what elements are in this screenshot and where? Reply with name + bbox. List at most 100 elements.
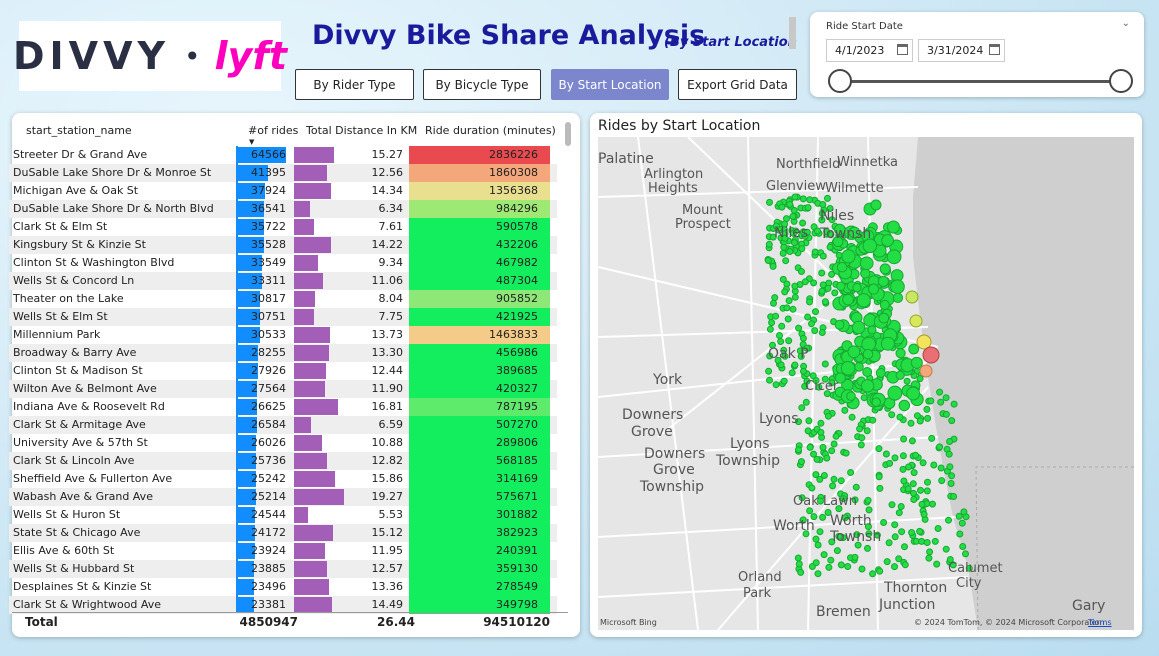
station-marker[interactable]	[863, 427, 871, 435]
station-marker[interactable]	[931, 537, 939, 545]
station-marker[interactable]	[836, 281, 846, 291]
station-marker[interactable]	[912, 451, 920, 459]
station-marker[interactable]	[923, 405, 931, 413]
station-marker[interactable]	[827, 556, 835, 564]
station-marker[interactable]	[771, 294, 779, 302]
station-marker[interactable]	[948, 417, 956, 425]
station-marker[interactable]	[908, 529, 916, 536]
station-marker[interactable]	[895, 555, 903, 563]
table-row[interactable]: Wells St & Hubbard St 23885 12.57 359130	[9, 560, 557, 578]
station-marker[interactable]	[805, 417, 813, 425]
bicycle-type-button[interactable]: By Bicycle Type	[423, 69, 541, 100]
station-marker[interactable]	[852, 283, 862, 293]
station-marker[interactable]	[768, 319, 776, 327]
station-marker[interactable]	[848, 413, 856, 421]
station-marker[interactable]	[847, 345, 861, 359]
station-marker[interactable]	[946, 463, 954, 471]
station-marker[interactable]	[882, 450, 890, 458]
station-marker[interactable]	[910, 496, 918, 503]
station-marker[interactable]	[785, 297, 793, 305]
station-marker[interactable]	[788, 369, 796, 377]
station-marker[interactable]	[851, 553, 859, 561]
station-marker[interactable]	[891, 533, 899, 541]
station-marker[interactable]	[925, 554, 933, 562]
station-marker[interactable]	[785, 337, 793, 345]
station-marker[interactable]	[960, 508, 968, 516]
station-marker[interactable]	[871, 397, 882, 407]
station-marker[interactable]	[795, 560, 803, 568]
table-row[interactable]: Michigan Ave & Oak St 37924 14.34 1356368	[9, 182, 557, 200]
station-marker[interactable]	[778, 203, 786, 211]
station-marker[interactable]	[791, 193, 799, 201]
station-marker[interactable]	[812, 308, 819, 316]
station-marker[interactable]	[830, 475, 838, 483]
station-marker[interactable]	[842, 293, 854, 306]
station-marker[interactable]	[821, 298, 829, 306]
station-marker[interactable]	[937, 464, 945, 472]
station-marker[interactable]	[780, 243, 788, 251]
station-marker[interactable]	[906, 386, 921, 401]
station-marker[interactable]	[789, 212, 797, 220]
station-marker[interactable]	[945, 516, 952, 524]
station-marker[interactable]	[795, 446, 802, 454]
station-marker[interactable]	[819, 513, 827, 521]
station-marker[interactable]	[895, 370, 905, 380]
map-view[interactable]: Palatine Northfield Winnetka Arlington H…	[598, 137, 1134, 630]
station-marker[interactable]	[895, 348, 906, 359]
table-row[interactable]: Clark St & Armitage Ave 26584 6.59 507270	[9, 416, 557, 434]
station-marker[interactable]	[819, 281, 827, 289]
table-row[interactable]: State St & Chicago Ave 24172 15.12 382923	[9, 524, 557, 542]
station-marker[interactable]	[942, 410, 950, 418]
station-marker[interactable]	[880, 519, 888, 526]
table-row[interactable]: Wells St & Elm St 30751 7.75 421925	[9, 308, 557, 326]
rider-type-button[interactable]: By Rider Type	[295, 69, 414, 100]
station-marker[interactable]	[810, 279, 818, 287]
station-marker[interactable]	[864, 496, 872, 504]
station-marker[interactable]	[813, 455, 821, 463]
station-marker[interactable]	[916, 417, 924, 425]
station-marker[interactable]	[766, 325, 774, 333]
station-marker[interactable]	[828, 447, 836, 455]
station-marker[interactable]	[862, 348, 874, 360]
station-marker[interactable]	[878, 312, 890, 324]
table-row[interactable]: University Ave & 57th St 26026 10.88 289806	[9, 434, 557, 452]
station-marker[interactable]	[904, 485, 912, 493]
station-marker[interactable]	[783, 304, 791, 312]
header-distance[interactable]: Total Distance In KM	[306, 124, 417, 137]
table-row[interactable]: Broadway & Barry Ave 28255 13.30 456986	[9, 344, 557, 362]
station-marker[interactable]	[950, 400, 958, 408]
station-marker[interactable]	[804, 313, 812, 321]
station-marker[interactable]	[819, 201, 827, 208]
station-marker[interactable]	[858, 434, 866, 442]
station-marker[interactable]	[886, 249, 902, 265]
end-date-input[interactable]: 3/31/2024	[918, 39, 1005, 62]
station-marker[interactable]	[821, 360, 829, 368]
station-marker[interactable]	[818, 269, 826, 277]
station-marker[interactable]	[886, 459, 894, 467]
station-marker[interactable]	[958, 519, 966, 527]
station-marker[interactable]	[881, 234, 894, 247]
station-marker[interactable]	[801, 278, 809, 286]
station-marker[interactable]	[956, 530, 964, 538]
station-marker[interactable]	[769, 262, 777, 270]
table-row[interactable]: Wabash Ave & Grand Ave 25214 19.27 575671	[9, 488, 557, 506]
station-marker[interactable]	[772, 381, 780, 389]
station-marker[interactable]	[942, 545, 950, 553]
header-rides[interactable]: #of rides	[248, 124, 298, 137]
station-marker[interactable]	[818, 329, 826, 336]
station-marker[interactable]	[864, 544, 871, 552]
station-marker[interactable]	[962, 550, 969, 558]
table-row[interactable]: Wells St & Huron St 24544 5.53 301882	[9, 506, 557, 524]
station-marker[interactable]	[798, 404, 806, 412]
station-marker[interactable]	[798, 458, 805, 466]
station-marker[interactable]	[936, 388, 944, 396]
station-marker[interactable]	[798, 245, 806, 253]
station-marker[interactable]	[799, 334, 807, 342]
chevron-down-icon[interactable]: ⌄	[1122, 18, 1130, 29]
station-marker[interactable]	[852, 483, 860, 491]
station-marker[interactable]	[895, 509, 903, 517]
station-marker[interactable]	[918, 537, 926, 545]
table-row[interactable]: Streeter Dr & Grand Ave 64566 15.27 2836226	[9, 146, 557, 164]
station-marker[interactable]	[840, 360, 856, 376]
station-marker[interactable]	[794, 554, 802, 562]
